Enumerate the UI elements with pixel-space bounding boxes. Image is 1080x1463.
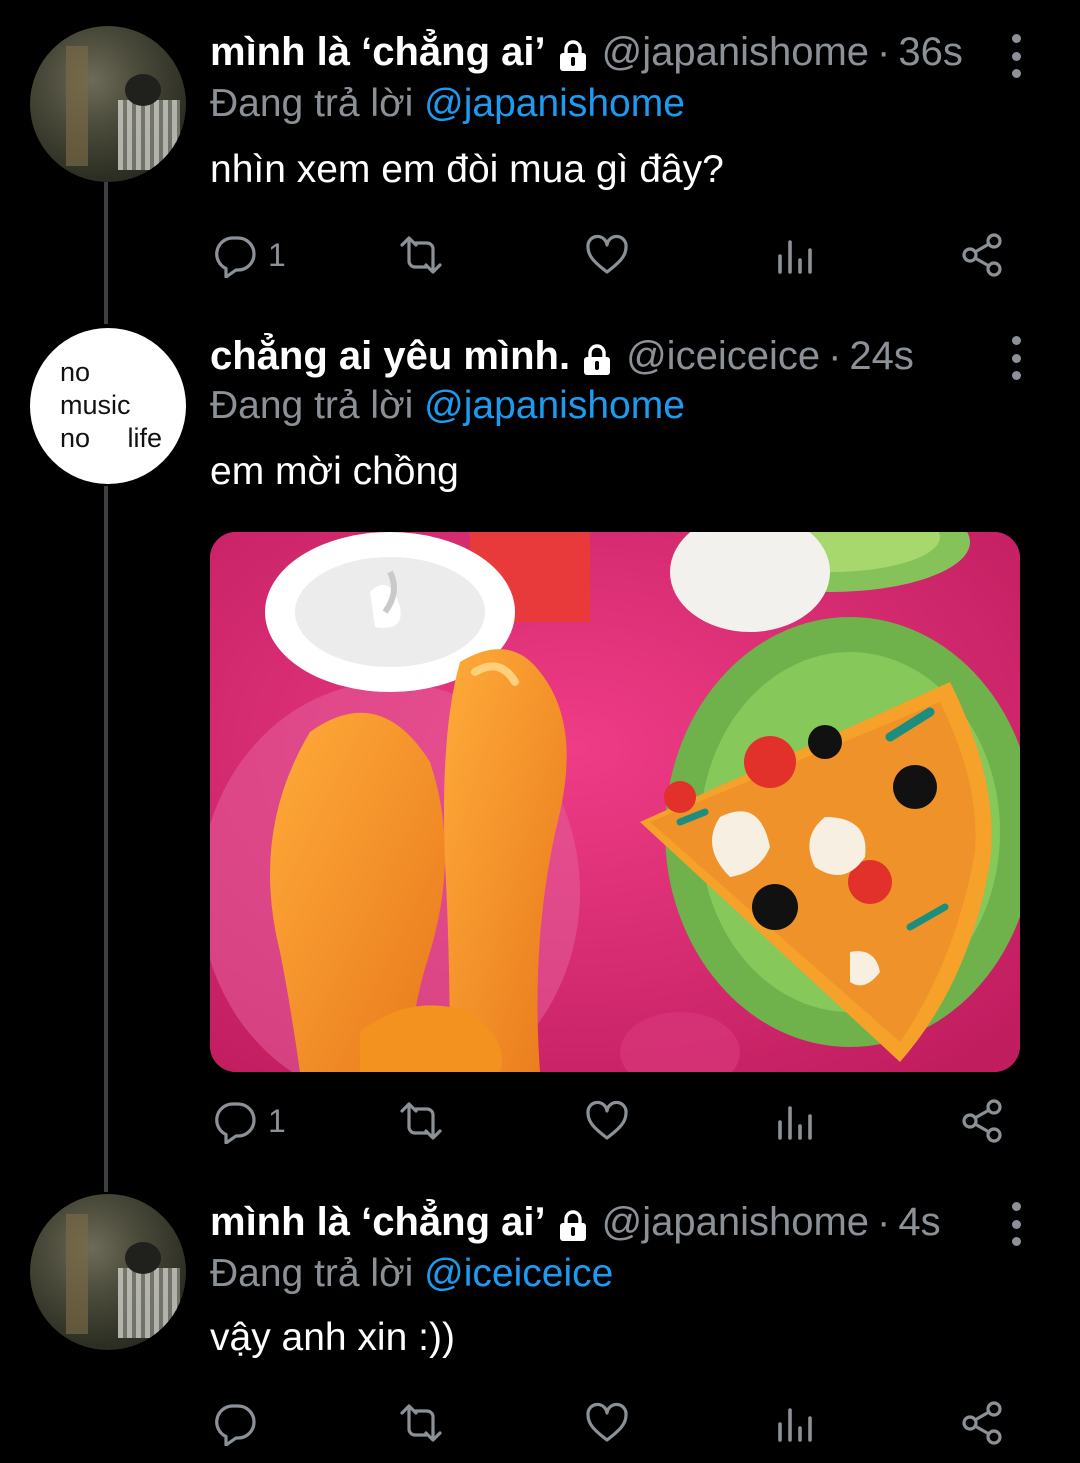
tweet-header: chẳng ai yêu mình. @iceiceice · 24s <box>210 334 914 379</box>
replying-prefix: Đang trả lời <box>210 384 414 427</box>
reply-count: 1 <box>268 1102 286 1139</box>
avatar[interactable] <box>30 26 186 182</box>
timestamp[interactable]: 36s <box>898 30 963 75</box>
views-icon <box>778 1106 812 1140</box>
avatar[interactable]: no music no life <box>30 328 186 484</box>
user-handle[interactable]: @japanishome <box>602 30 869 75</box>
avatar-text: no <box>60 357 91 387</box>
replying-to: Đang trả lời @japanishome <box>210 82 685 126</box>
share-icon <box>962 233 1002 277</box>
user-handle[interactable]: @iceiceice <box>626 334 820 379</box>
more-icon[interactable] <box>1004 34 1028 78</box>
toy-food-photo <box>210 532 1020 1072</box>
replying-to: Đang trả lời @iceiceice <box>210 1252 613 1296</box>
tweet-text: em mời chồng <box>210 450 459 493</box>
reply-count: 1 <box>268 236 286 273</box>
views-icon <box>778 240 812 274</box>
display-name[interactable]: mình là ‘chẳng ai’ <box>210 1200 546 1245</box>
separator: · <box>877 30 891 74</box>
thread-line <box>104 486 108 1192</box>
share-icon <box>962 1099 1002 1143</box>
mention-link[interactable]: @japanishome <box>424 82 685 125</box>
like-icon <box>586 234 628 274</box>
reply-button[interactable] <box>212 1398 258 1448</box>
retweet-button[interactable] <box>398 230 444 280</box>
like-icon <box>586 1402 628 1442</box>
tweet-text: nhìn xem em đòi mua gì đây? <box>210 148 724 191</box>
reply-icon <box>215 236 256 278</box>
separator: · <box>828 334 842 378</box>
replying-prefix: Đang trả lời <box>210 82 414 125</box>
timestamp[interactable]: 24s <box>849 334 914 379</box>
avatar-text: no life <box>60 423 163 453</box>
lock-icon <box>558 37 588 71</box>
action-bar <box>210 1398 1020 1448</box>
share-button[interactable] <box>960 1398 1006 1448</box>
share-button[interactable] <box>960 1096 1006 1146</box>
media-image[interactable] <box>210 532 1020 1072</box>
share-icon <box>962 1401 1002 1445</box>
action-bar: 1 <box>210 230 1020 280</box>
timestamp[interactable]: 4s <box>898 1200 940 1245</box>
like-icon <box>586 1100 628 1140</box>
display-name[interactable]: mình là ‘chẳng ai’ <box>210 30 546 75</box>
tweet-header: mình là ‘chẳng ai’ @japanishome · 4s <box>210 1200 941 1245</box>
tweet-header: mình là ‘chẳng ai’ @japanishome · 36s <box>210 30 963 75</box>
views-button[interactable] <box>772 230 818 280</box>
user-handle[interactable]: @japanishome <box>602 1200 869 1245</box>
like-button[interactable] <box>584 1398 630 1448</box>
more-icon[interactable] <box>1004 336 1028 380</box>
retweet-icon <box>400 1404 442 1442</box>
replying-prefix: Đang trả lời <box>210 1252 414 1295</box>
more-icon[interactable] <box>1004 1202 1028 1246</box>
reply-icon <box>215 1102 256 1144</box>
views-button[interactable] <box>772 1096 818 1146</box>
reply-button[interactable]: 1 <box>212 230 286 280</box>
avatar[interactable] <box>30 1194 186 1350</box>
views-icon <box>778 1408 812 1442</box>
replying-to: Đang trả lời @japanishome <box>210 384 685 428</box>
tweet-text: vậy anh xin :)) <box>210 1316 455 1359</box>
retweet-icon <box>400 236 442 274</box>
reply-button[interactable]: 1 <box>212 1096 286 1146</box>
mention-link[interactable]: @japanishome <box>424 384 685 427</box>
thread-line <box>104 182 108 324</box>
action-bar: 1 <box>210 1096 1020 1146</box>
share-button[interactable] <box>960 230 1006 280</box>
retweet-icon <box>400 1102 442 1140</box>
avatar-text: music <box>60 390 131 420</box>
mention-link[interactable]: @iceiceice <box>424 1252 613 1295</box>
retweet-button[interactable] <box>398 1096 444 1146</box>
like-button[interactable] <box>584 230 630 280</box>
like-button[interactable] <box>584 1096 630 1146</box>
reply-icon <box>215 1404 256 1446</box>
views-button[interactable] <box>772 1398 818 1448</box>
lock-icon <box>582 341 612 375</box>
lock-icon <box>558 1207 588 1241</box>
retweet-button[interactable] <box>398 1398 444 1448</box>
display-name[interactable]: chẳng ai yêu mình. <box>210 334 570 379</box>
separator: · <box>877 1200 891 1244</box>
